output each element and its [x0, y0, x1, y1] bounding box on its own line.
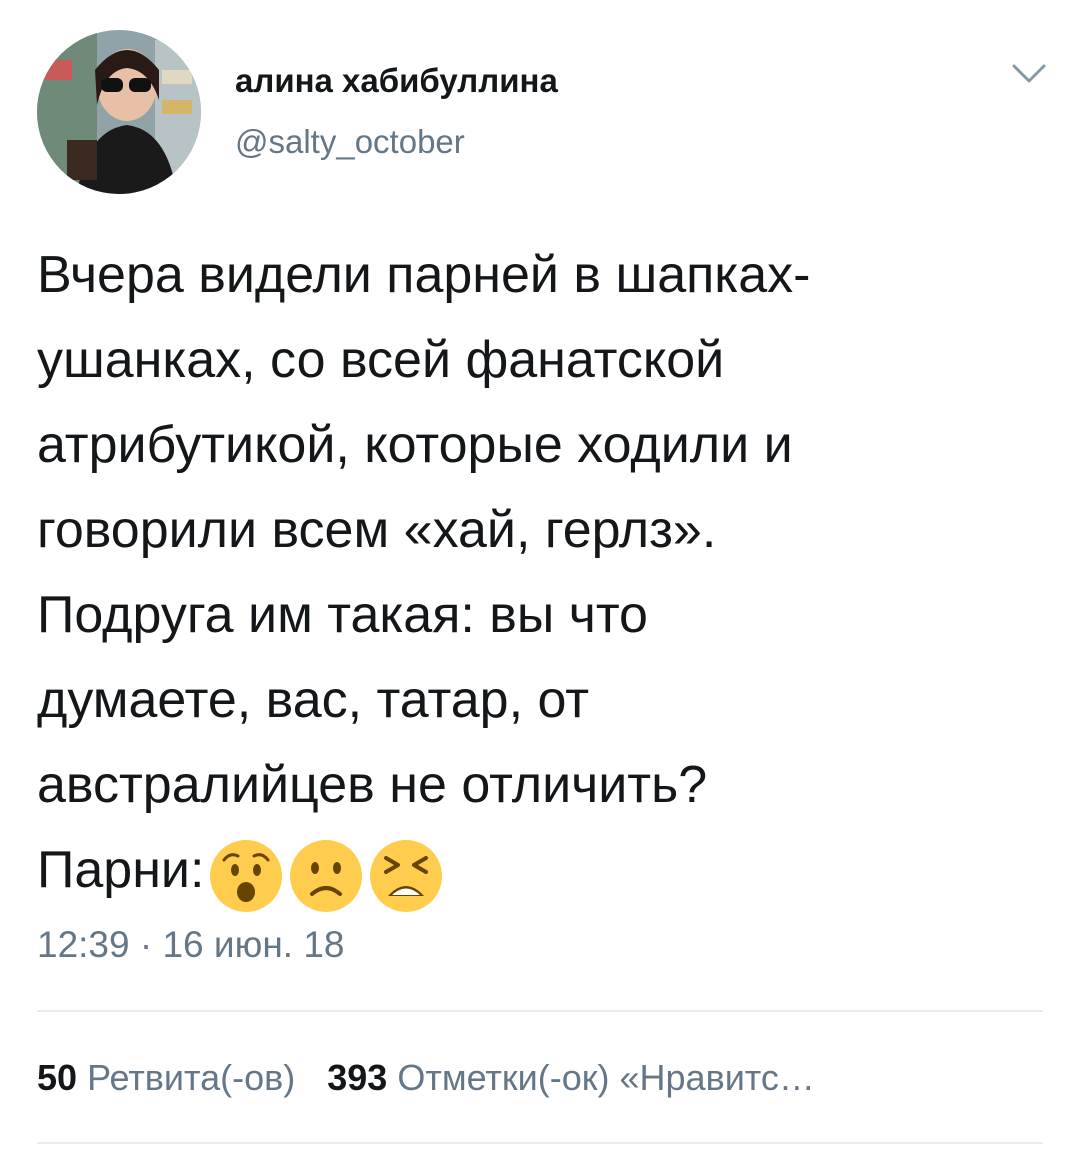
divider	[37, 1142, 1043, 1144]
tweet-stats: 50 Ретвита(-ов) 393 Отметки(-ок) «Нравитс…	[37, 1057, 847, 1099]
divider	[37, 1010, 1043, 1012]
author-display-name[interactable]: алина хабибуллина	[235, 62, 558, 100]
likes-stat[interactable]: 393 Отметки(-ок) «Нравитс…	[327, 1057, 815, 1099]
emoji-row	[204, 838, 444, 923]
tired-face-icon	[370, 840, 443, 912]
retweets-count: 50	[37, 1057, 78, 1098]
chevron-down-icon[interactable]	[1010, 60, 1048, 88]
retweets-stat[interactable]: 50 Ретвита(-ов)	[37, 1057, 295, 1099]
likes-count: 393	[327, 1057, 388, 1098]
author-handle[interactable]: @salty_october	[235, 123, 465, 161]
anguished-face-icon	[210, 840, 283, 912]
tweet-body: Вчера видели парней в шапках- ушанках, с…	[37, 246, 811, 899]
avatar[interactable]	[37, 30, 201, 194]
tweet-text: Вчера видели парней в шапках- ушанках, с…	[37, 233, 1047, 923]
avatar-photo	[37, 30, 201, 194]
retweets-label: Ретвита(-ов)	[87, 1057, 296, 1098]
likes-label: Отметки(-ок) «Нравитс…	[397, 1057, 815, 1098]
tweet-timestamp[interactable]: 12:39 · 16 июн. 18	[37, 924, 344, 966]
slightly-frowning-face-icon	[290, 840, 363, 912]
